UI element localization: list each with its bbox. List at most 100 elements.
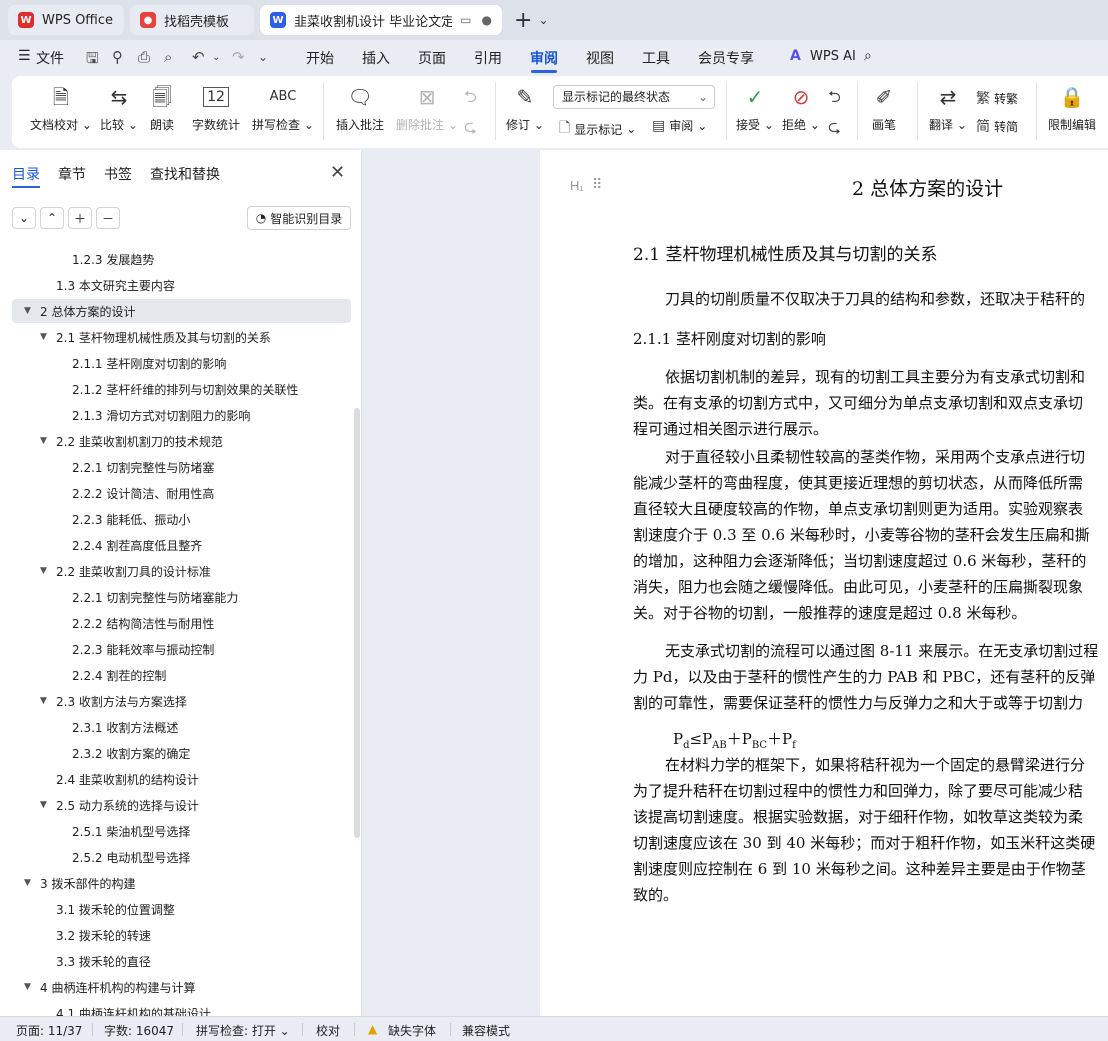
tab-toc[interactable]: 目录 (12, 164, 40, 184)
translate-button[interactable]: ⇄ 翻译 ⌄ (929, 84, 967, 133)
share-icon[interactable]: ⚲ (112, 48, 123, 66)
toc-item[interactable]: 2.2.2 结构简洁性与耐用性 (56, 612, 214, 634)
toc-item[interactable]: 2.2.4 割茬的控制 (56, 664, 166, 686)
ink-button[interactable]: ✐ 画笔 (872, 84, 896, 133)
insert-comment-button[interactable]: 🗨 插入批注 (336, 84, 384, 133)
tab-docer-templates[interactable]: ● 找稻壳模板 (130, 5, 254, 35)
word-count-indicator[interactable]: 字数: 16047 (104, 1022, 174, 1039)
toc-item[interactable]: 2.2.4 割茬高度低且整齐 (56, 534, 202, 556)
toc-item[interactable]: 2.2.3 能耗低、振动小 (56, 508, 190, 530)
toc-item[interactable]: ▼ 4 曲柄连杆机构的构建与计算 (24, 976, 195, 998)
toc-scrollbar[interactable] (354, 408, 360, 838)
remove-heading-button[interactable]: － (96, 207, 120, 229)
menu-wps-ai[interactable]: WPS AI (810, 49, 856, 64)
menu-review[interactable]: 审阅 (530, 48, 558, 68)
drag-handle-icon[interactable]: ⠿ (592, 176, 602, 193)
compat-mode-status[interactable]: 兼容模式 (462, 1022, 510, 1039)
menu-insert[interactable]: 插入 (362, 48, 390, 68)
next-change-icon[interactable]: ⮎ (828, 116, 841, 143)
toc-item[interactable]: 2.2.2 设计简洁、耐用性高 (56, 482, 214, 504)
toc-item[interactable]: 2.2.3 能耗效率与振动控制 (56, 638, 214, 660)
collapse-up-button[interactable]: ⌃ (40, 207, 64, 229)
markup-mode-select[interactable]: 显示标记的最终状态 ⌄ (553, 85, 715, 109)
doc-check-button[interactable]: 🗎 文档校对 ⌄ (30, 84, 92, 133)
show-markup-button[interactable]: 🗋 显示标记 ⌄ (559, 117, 636, 141)
delete-comment-button[interactable]: ⊠ 删除批注 ⌄ (396, 84, 458, 133)
previous-change-icon[interactable]: ⮌ (828, 86, 841, 113)
toc-item[interactable]: ▼ 3 拨禾部件的构建 (24, 872, 135, 894)
add-heading-button[interactable]: ＋ (68, 207, 92, 229)
review-pane-button[interactable]: ▤ 审阅 ⌄ (652, 117, 707, 134)
toc-item[interactable]: 3.3 拨禾轮的直径 (40, 950, 151, 972)
toc-item[interactable]: 2.2.1 切割完整性与防堵塞 (56, 456, 214, 478)
word-count-button[interactable]: 12 字数统计 (192, 84, 240, 133)
toc-item[interactable]: 1.2.3 发展趋势 (56, 248, 154, 270)
close-icon[interactable]: ✕ (330, 162, 345, 183)
menu-references[interactable]: 引用 (474, 48, 502, 68)
menu-page[interactable]: 页面 (418, 48, 446, 68)
tab-find-replace[interactable]: 查找和替换 (150, 164, 220, 184)
previous-comment-icon[interactable]: ⮌ (464, 86, 477, 113)
undo-icon[interactable]: ↶ (192, 48, 205, 66)
search-icon[interactable]: ⌕ (864, 48, 872, 64)
expand-triangle-icon[interactable]: ▼ (24, 878, 40, 888)
tab-wps-office[interactable]: W WPS Office (8, 5, 124, 35)
expand-triangle-icon[interactable]: ▼ (40, 696, 56, 706)
collapse-down-button[interactable]: ⌄ (12, 207, 36, 229)
monitor-icon[interactable]: ▭ (460, 13, 471, 27)
toc-item[interactable]: 2.3.1 收割方法概述 (56, 716, 178, 738)
toc-item[interactable]: ▼ 2.1 茎杆物理机械性质及其与切割的关系 (40, 326, 271, 348)
tab-document[interactable]: W 韭菜收割机设计 毕业论文定稿 ▭ ● (260, 5, 502, 35)
reject-button[interactable]: ⊘ 拒绝 ⌄ (782, 84, 820, 133)
print-preview-icon[interactable]: ⌕ (164, 48, 172, 66)
print-icon[interactable]: ⎙ (138, 48, 150, 66)
missing-font-status[interactable]: 缺失字体 (388, 1022, 436, 1039)
restrict-edit-button[interactable]: 🔒 限制编辑 (1048, 84, 1096, 133)
spell-check-button[interactable]: ABC 拼写检查 ⌄ (252, 84, 314, 133)
compare-button[interactable]: ⇆ 比较 ⌄ (100, 84, 138, 133)
menu-membership[interactable]: 会员专享 (698, 48, 754, 68)
tab-chapters[interactable]: 章节 (58, 164, 86, 184)
hamburger-menu-icon[interactable]: ☰ (18, 48, 31, 64)
expand-triangle-icon[interactable]: ▼ (40, 566, 56, 576)
toc-item[interactable]: 2.5.1 柴油机型号选择 (56, 820, 190, 842)
proofread-status[interactable]: 校对 (316, 1022, 340, 1039)
chevron-down-icon[interactable]: ⌄ (538, 13, 548, 27)
menu-home[interactable]: 开始 (306, 48, 334, 68)
toc-item[interactable]: 2.3.2 收割方案的确定 (56, 742, 190, 764)
to-simplified-button[interactable]: 简 转简 (976, 116, 1018, 136)
unsaved-dot-icon[interactable]: ● (482, 13, 492, 27)
file-menu[interactable]: 文件 (36, 48, 64, 68)
toc-item[interactable]: 2.1.3 滑切方式对切割阻力的影响 (56, 404, 250, 426)
quick-access-more-icon[interactable]: ⌄ (258, 50, 268, 64)
toc-item[interactable]: 2.4 韭菜收割机的结构设计 (40, 768, 199, 790)
toc-item[interactable]: ▼ 2.2 韭菜收割机割刀的技术规范 (40, 430, 223, 452)
toc-item[interactable]: ▼ 2.5 动力系统的选择与设计 (40, 794, 199, 816)
spell-check-status[interactable]: 拼写检查: 打开 ⌄ (196, 1022, 290, 1039)
redo-icon[interactable]: ↷ (232, 48, 245, 66)
smart-toc-button[interactable]: ◔ 智能识别目录 (247, 206, 351, 230)
document-page[interactable]: H₁ ⠿ 2 总体方案的设计 2.1 茎杆物理机械性质及其与切割的关系 2.1.… (540, 150, 1108, 1016)
accept-button[interactable]: ✓ 接受 ⌄ (736, 84, 774, 133)
toc-item[interactable]: 2.1.1 茎杆刚度对切割的影响 (56, 352, 226, 374)
new-tab-button[interactable]: + ⌄ (514, 8, 549, 33)
toc-item[interactable]: 2.5.2 电动机型号选择 (56, 846, 190, 868)
toc-item[interactable]: 3.2 拨禾轮的转速 (40, 924, 151, 946)
menu-tools[interactable]: 工具 (642, 48, 670, 68)
save-icon[interactable]: 🖫 (86, 48, 99, 73)
expand-triangle-icon[interactable]: ▼ (24, 306, 40, 316)
expand-triangle-icon[interactable]: ▼ (40, 332, 56, 342)
toc-item[interactable]: 2.2.1 切割完整性与防堵塞能力 (56, 586, 238, 608)
page-indicator[interactable]: 页面: 11/37 (16, 1022, 82, 1039)
track-changes-button[interactable]: ✎ 修订 ⌄ (506, 84, 544, 133)
toc-item[interactable]: 2.1.2 茎杆纤维的排列与切割效果的关联性 (56, 378, 298, 400)
tab-bookmarks[interactable]: 书签 (104, 164, 132, 184)
menu-view[interactable]: 视图 (586, 48, 614, 68)
wps-ai-icon[interactable]: A (790, 48, 801, 64)
expand-triangle-icon[interactable]: ▼ (40, 800, 56, 810)
to-traditional-button[interactable]: 繁 转繁 (976, 88, 1018, 108)
toc-item[interactable]: 1.3 本文研究主要内容 (40, 274, 175, 296)
toc-item[interactable]: 3.1 拨禾轮的位置调整 (40, 898, 175, 920)
undo-dropdown-icon[interactable]: ⌄ (212, 52, 220, 63)
toc-item[interactable]: ▼ 2.3 收割方法与方案选择 (40, 690, 187, 712)
